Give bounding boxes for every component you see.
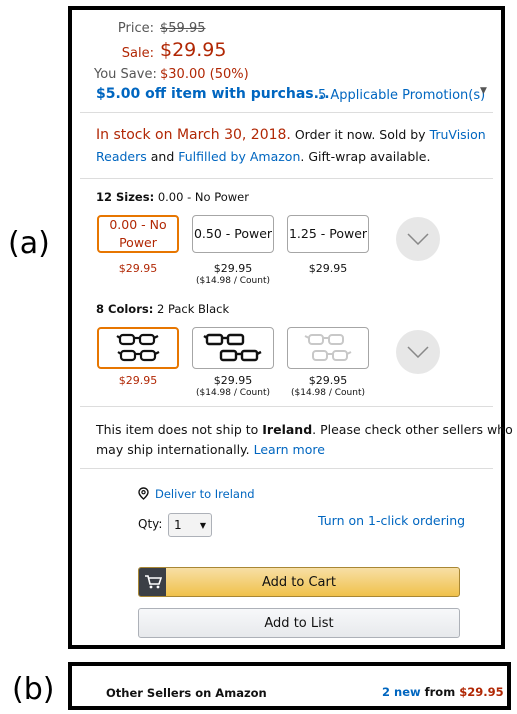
shopping-cart-icon [144, 575, 162, 589]
shipping-text: . Please check other sellers who [312, 422, 513, 437]
quantity-value: 1 [174, 518, 182, 532]
shipping-text: may ship internationally. [96, 442, 254, 457]
add-to-cart-label: Add to Cart [262, 574, 336, 590]
more-colors-button[interactable] [396, 330, 440, 374]
color-option-2-pack-black[interactable] [97, 327, 179, 369]
size-option-label: 1.25 - Power [288, 226, 368, 241]
promotions-dropdown-icon[interactable]: ▼ [480, 86, 487, 96]
seller-link[interactable]: TruVision [430, 127, 486, 142]
glasses-black-pair-icon [116, 333, 160, 362]
color-option-unit-price: ($14.98 / Count) [196, 388, 270, 398]
size-option-label: Power [119, 235, 157, 250]
product-buy-panel: Price: $59.95 Sale: $29.95 You Save: $30… [68, 6, 513, 649]
chevron-down-icon [407, 346, 429, 358]
panel-label-a: (a) [8, 226, 50, 261]
color-option-clear-pair[interactable] [287, 327, 369, 369]
size-option-1-25[interactable]: 1.25 - Power [287, 215, 369, 253]
other-sellers-panel: Other Sellers on Amazon 2 new from $29.9… [68, 662, 511, 710]
color-selection-label: 8 Colors: 2 Pack Black [96, 302, 229, 316]
add-to-list-label: Add to List [264, 615, 334, 631]
and-text: and [146, 149, 179, 164]
size-count-label: 12 Sizes: [96, 190, 155, 204]
sale-label: Sale: [121, 46, 154, 61]
from-text: from [420, 685, 460, 699]
deliver-to-link[interactable]: Deliver to Ireland [138, 487, 255, 501]
size-option-label: 0.50 - Power [193, 226, 273, 241]
cart-icon-box [139, 568, 166, 596]
dropdown-arrow-icon: ▼ [199, 520, 206, 530]
promotion-link[interactable]: $5.00 off item with purchas... [96, 86, 330, 102]
divider [80, 178, 493, 179]
divider [80, 468, 493, 469]
size-option-unit-price: ($14.98 / Count) [196, 276, 270, 286]
fulfilled-by-amazon-link[interactable]: Fulfilled by Amazon [178, 149, 300, 164]
other-sellers-price: $29.95 [459, 685, 504, 699]
panel-label-b: (b) [12, 672, 55, 707]
sale-price: $29.95 [160, 39, 227, 61]
location-pin-icon [138, 487, 149, 500]
size-option-0-00[interactable]: 0.00 - No Power [97, 215, 179, 253]
size-option-price: $29.95 [308, 262, 348, 275]
glasses-clear-pair-icon [304, 334, 352, 361]
shipping-notice-line-2: may ship internationally. Learn more [96, 442, 325, 457]
other-sellers-title: Other Sellers on Amazon [106, 686, 267, 700]
size-option-price: $29.95 [118, 262, 158, 275]
divider [80, 112, 493, 113]
learn-more-link[interactable]: Learn more [254, 442, 325, 457]
deliver-to-text: Deliver to Ireland [155, 487, 255, 501]
availability-line-2: Readers and Fulfilled by Amazon. Gift-wr… [96, 149, 430, 164]
list-price: $59.95 [160, 21, 206, 36]
shipping-country: Ireland [262, 422, 313, 437]
shipping-text: This item does not ship to [96, 422, 263, 437]
color-count-label: 8 Colors: [96, 302, 154, 316]
color-option-unit-price: ($14.98 / Count) [291, 388, 365, 398]
size-option-label: 0.00 - No [109, 217, 167, 232]
color-option-price: $29.95 [118, 374, 158, 387]
color-option-price: $29.95 [213, 374, 253, 387]
chevron-down-icon [407, 233, 429, 245]
seller-link-cont[interactable]: Readers [96, 149, 147, 164]
availability-line-1: In stock on March 30, 2018. Order it now… [96, 127, 486, 143]
add-to-cart-button[interactable]: Add to Cart [138, 567, 460, 597]
you-save-label: You Save: [94, 67, 157, 82]
size-option-0-50[interactable]: 0.50 - Power [192, 215, 274, 253]
stock-status: In stock on March 30, 2018. [96, 127, 291, 143]
quantity-select[interactable]: 1 ▼ [168, 513, 212, 537]
glasses-black-pair-icon [203, 333, 262, 362]
applicable-promotions-link[interactable]: 5 Applicable Promotion(s) [318, 88, 485, 103]
size-option-price: $29.95 [213, 262, 253, 275]
qty-label: Qty: [138, 517, 163, 531]
other-sellers-offer[interactable]: 2 new from $29.95 [382, 685, 504, 699]
order-text: Order it now. Sold by [290, 127, 430, 142]
color-option-price: $29.95 [308, 374, 348, 387]
color-option-black-pair[interactable] [192, 327, 274, 369]
new-offers-link[interactable]: 2 new [382, 685, 421, 699]
one-click-ordering-link[interactable]: Turn on 1-click ordering [318, 513, 465, 528]
selected-size: 0.00 - No Power [157, 190, 249, 204]
selected-color: 2 Pack Black [156, 302, 230, 316]
price-label: Price: [117, 21, 154, 36]
more-sizes-button[interactable] [396, 217, 440, 261]
shipping-notice-line-1: This item does not ship to Ireland. Plea… [96, 422, 513, 437]
divider [80, 406, 493, 407]
size-selection-label: 12 Sizes: 0.00 - No Power [96, 190, 249, 204]
you-save-value: $30.00 (50%) [160, 67, 249, 82]
giftwrap-text: . Gift-wrap available. [300, 149, 431, 164]
add-to-list-button[interactable]: Add to List [138, 608, 460, 638]
